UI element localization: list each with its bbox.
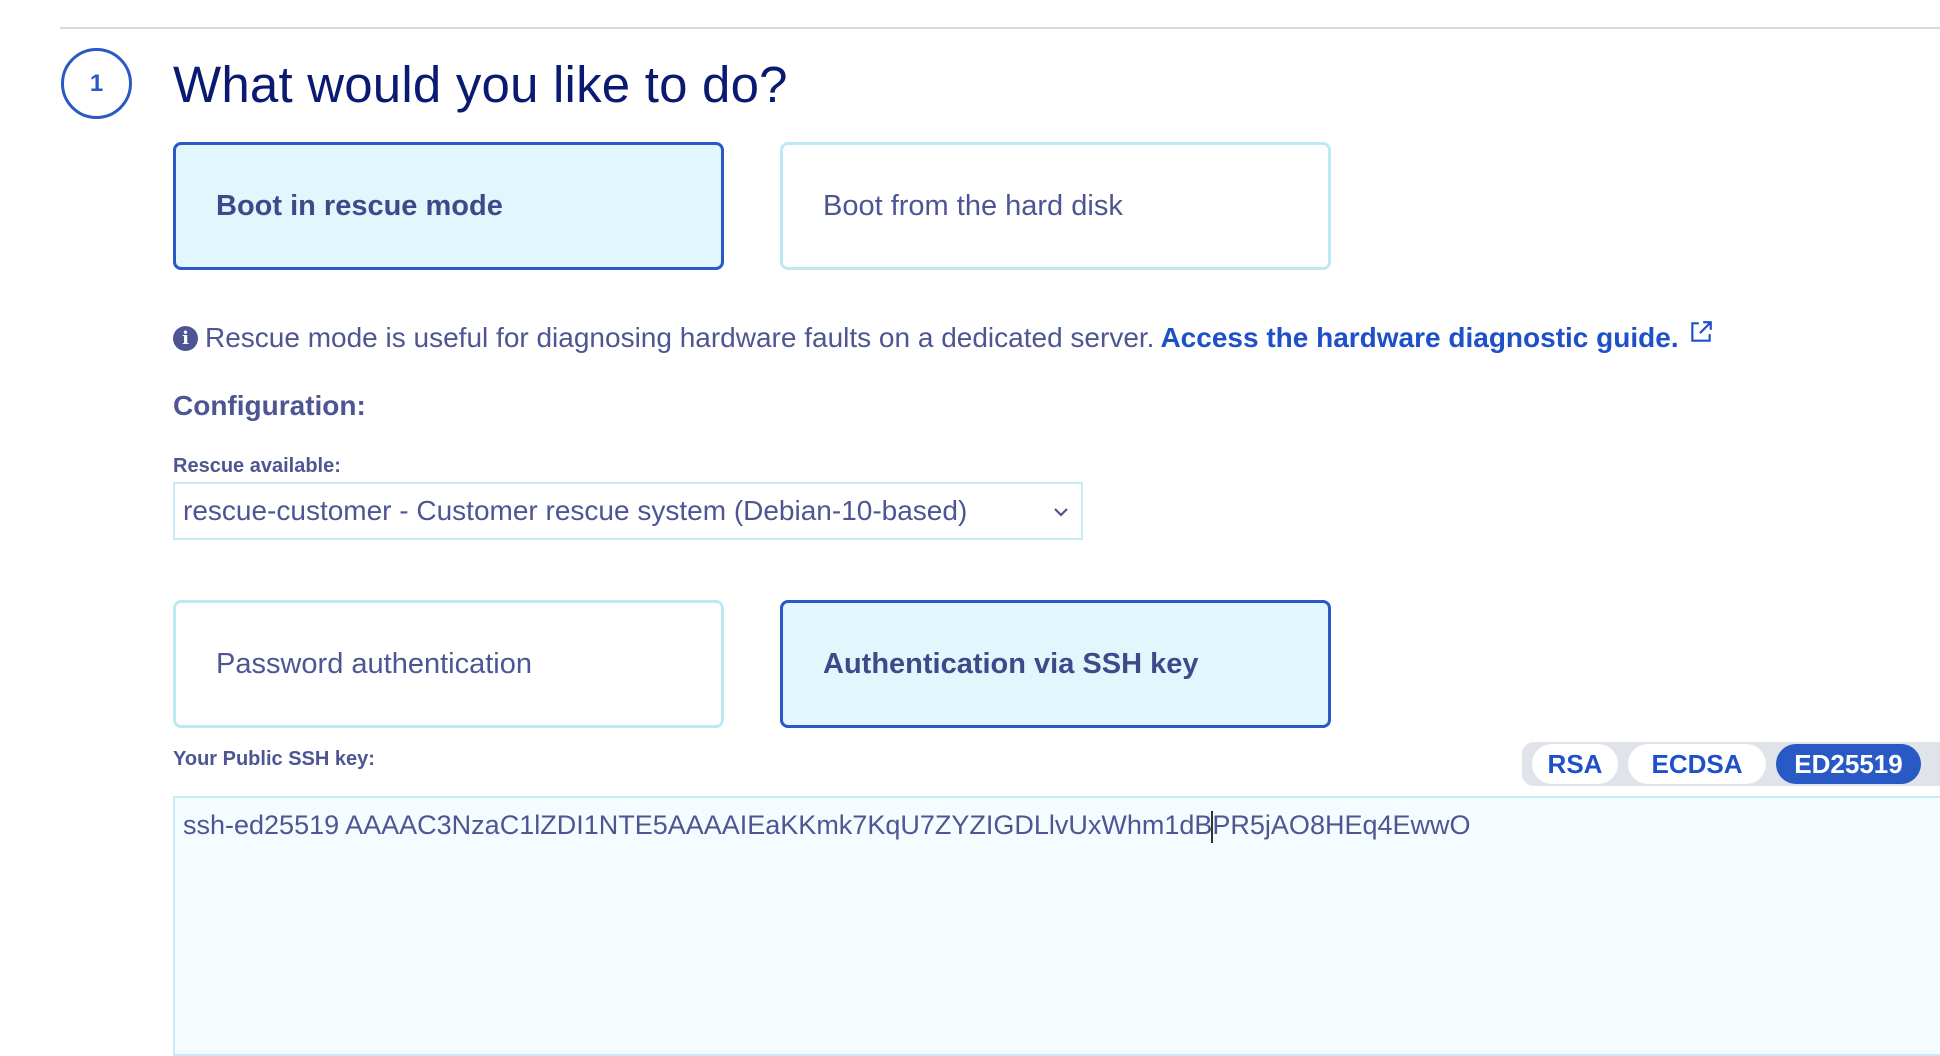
hardware-diagnostic-guide-link[interactable]: Access the hardware diagnostic guide.	[1160, 322, 1678, 354]
external-link-icon[interactable]	[1688, 319, 1714, 345]
top-divider	[60, 27, 1940, 29]
rescue-info-text: Rescue mode is useful for diagnosing har…	[205, 322, 1155, 353]
ssh-key-text-after-cursor: PR5jAO8HEq4EwwO	[1212, 810, 1471, 840]
rescue-info-message: i Rescue mode is useful for diagnosing h…	[173, 319, 1714, 354]
step-number-badge: 1	[61, 48, 132, 119]
ssh-key-auth-label: Authentication via SSH key	[823, 647, 1199, 680]
boot-hard-disk-option[interactable]: Boot from the hard disk	[780, 142, 1331, 270]
password-auth-option[interactable]: Password authentication	[173, 600, 724, 728]
step-number: 1	[89, 69, 104, 97]
page-title: What would you like to do?	[173, 56, 788, 113]
chevron-down-icon	[1054, 508, 1068, 517]
rescue-select-value: rescue-customer - Customer rescue system…	[183, 495, 968, 526]
configuration-heading: Configuration:	[173, 390, 366, 421]
info-icon: i	[173, 325, 198, 351]
public-ssh-key-label: Your Public SSH key:	[173, 748, 375, 770]
boot-rescue-mode-option[interactable]: Boot in rescue mode	[173, 142, 724, 270]
key-type-ed25519[interactable]: ED25519	[1776, 744, 1921, 784]
rescue-available-label: Rescue available:	[173, 455, 341, 477]
rescue-select[interactable]: rescue-customer - Customer rescue system…	[173, 482, 1083, 540]
ssh-key-type-switch: RSA ECDSA ED25519	[1522, 742, 1940, 786]
key-type-ecdsa[interactable]: ECDSA	[1628, 744, 1766, 784]
public-ssh-key-textarea[interactable]: ssh-ed25519 AAAAC3NzaC1lZDI1NTE5AAAAIEaK…	[173, 796, 1940, 1056]
ssh-key-text-before-cursor: ssh-ed25519 AAAAC3NzaC1lZDI1NTE5AAAAIEaK…	[183, 810, 1213, 840]
password-auth-label: Password authentication	[216, 647, 532, 680]
ssh-key-auth-option[interactable]: Authentication via SSH key	[780, 600, 1331, 728]
boot-hard-disk-label: Boot from the hard disk	[823, 189, 1123, 222]
key-type-rsa[interactable]: RSA	[1532, 744, 1618, 784]
boot-rescue-mode-label: Boot in rescue mode	[216, 189, 503, 222]
